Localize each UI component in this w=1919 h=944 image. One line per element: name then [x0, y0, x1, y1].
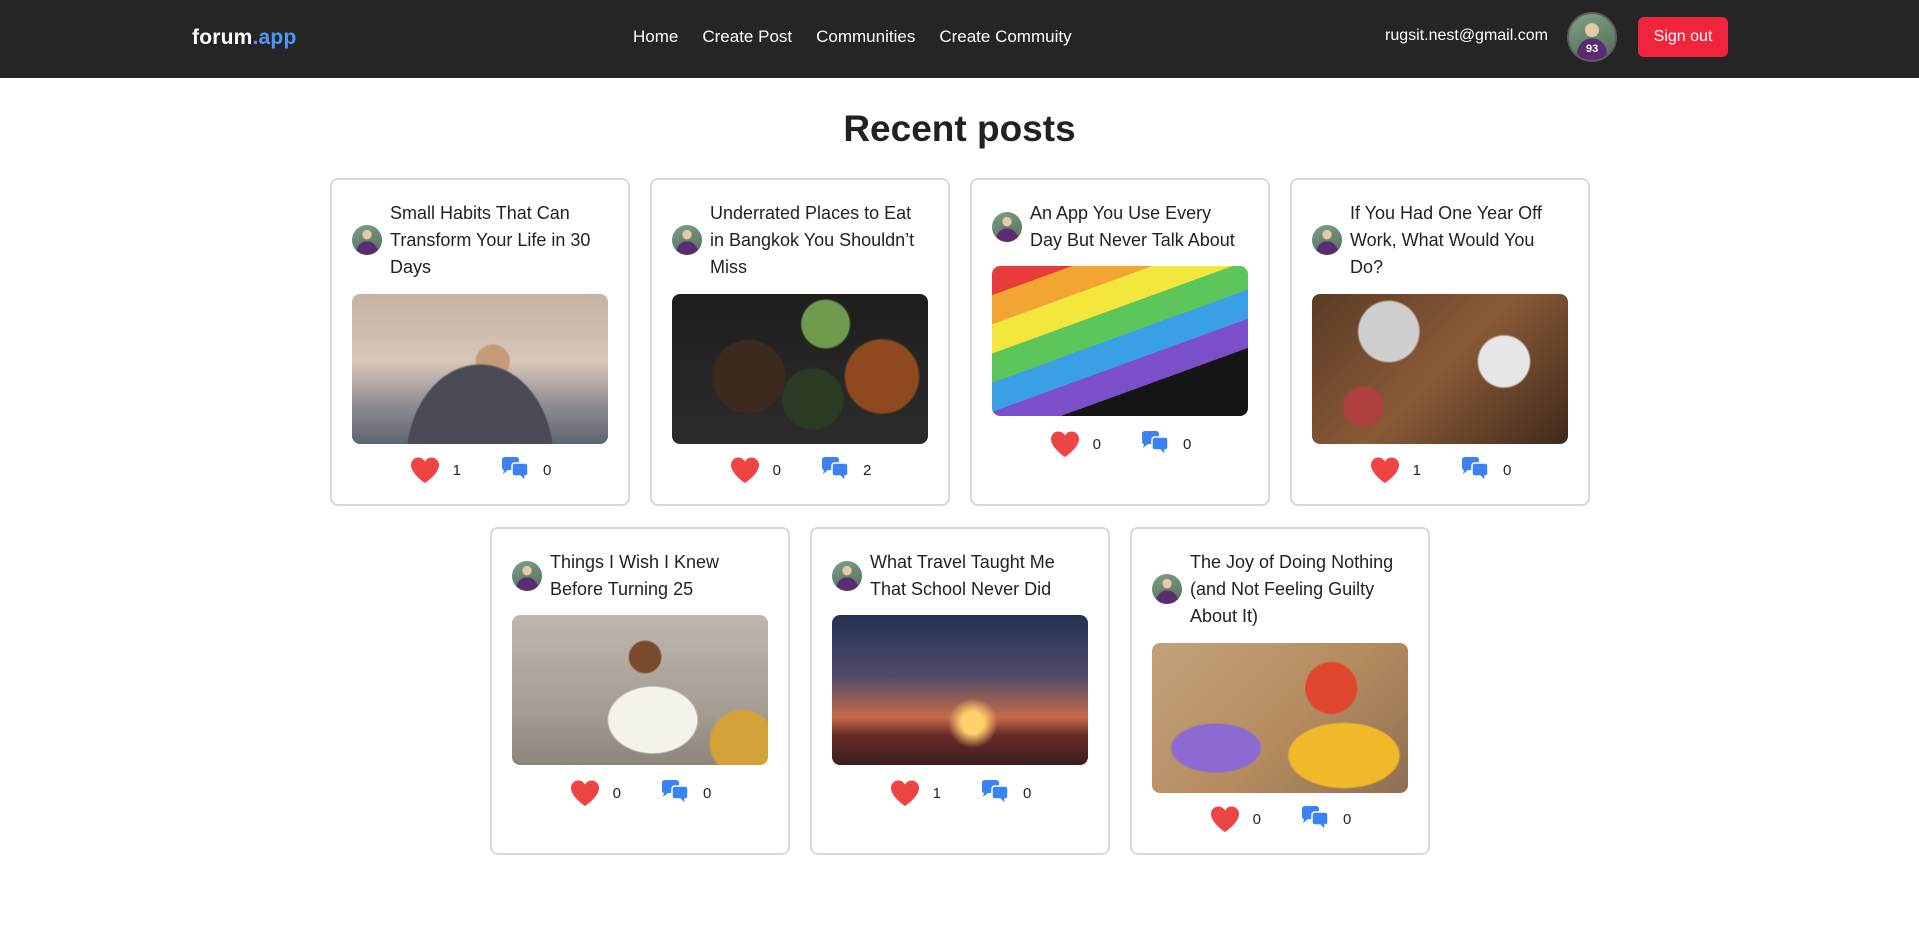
comment-count: 0	[1503, 461, 1512, 479]
comment-stat[interactable]: 0	[1299, 805, 1351, 833]
post-title[interactable]: Underrated Places to Eat in Bangkok You …	[710, 200, 928, 281]
post-header: The Joy of Doing Nothing (and Not Feelin…	[1152, 549, 1408, 629]
comment-stat[interactable]: 0	[979, 779, 1031, 807]
comment-bubbles-icon	[979, 779, 1011, 807]
post-card[interactable]: Underrated Places to Eat in Bangkok You …	[650, 178, 950, 506]
post-header: If You Had One Year Off Work, What Would…	[1312, 200, 1568, 280]
like-stat[interactable]: 0	[1209, 805, 1261, 833]
like-count: 0	[1252, 810, 1261, 828]
post-card[interactable]: Small Habits That Can Transform Your Lif…	[330, 178, 630, 506]
post-title[interactable]: The Joy of Doing Nothing (and Not Feelin…	[1190, 549, 1408, 630]
comment-bubbles-icon	[819, 456, 851, 484]
comment-stat[interactable]: 0	[659, 779, 711, 807]
post-card[interactable]: Things I Wish I Knew Before Turning 25 0…	[490, 527, 790, 855]
comment-count: 0	[1023, 784, 1032, 802]
comment-stat[interactable]: 0	[1139, 430, 1191, 458]
sign-out-button[interactable]: Sign out	[1638, 17, 1728, 57]
post-image[interactable]	[832, 615, 1088, 765]
nav-link-home[interactable]: Home	[633, 27, 678, 47]
like-count: 1	[452, 461, 461, 479]
comment-stat[interactable]: 0	[1459, 456, 1511, 484]
like-stat[interactable]: 1	[889, 779, 941, 807]
post-image[interactable]	[1312, 294, 1568, 444]
post-title[interactable]: An App You Use Every Day But Never Talk …	[1030, 200, 1248, 254]
user-email: rugsit.nest@gmail.com	[1385, 27, 1548, 44]
user-avatar[interactable]: 93	[1567, 12, 1617, 62]
post-card[interactable]: The Joy of Doing Nothing (and Not Feelin…	[1130, 527, 1430, 855]
like-stat[interactable]: 1	[409, 456, 461, 484]
heart-icon	[1209, 805, 1241, 833]
brand-logo[interactable]: forum.app	[192, 26, 296, 50]
author-avatar	[512, 561, 542, 591]
author-avatar	[672, 225, 702, 255]
comment-count: 0	[703, 784, 712, 802]
author-avatar	[992, 212, 1022, 242]
comment-bubbles-icon	[499, 456, 531, 484]
heart-icon	[569, 779, 601, 807]
post-stats: 1 0	[812, 779, 1108, 807]
like-stat[interactable]: 0	[569, 779, 621, 807]
heart-icon	[729, 456, 761, 484]
comment-count: 0	[1343, 810, 1352, 828]
avatar-jersey-number: 93	[1586, 43, 1599, 55]
author-avatar	[1152, 574, 1182, 604]
post-header: Underrated Places to Eat in Bangkok You …	[672, 200, 928, 280]
author-avatar	[352, 225, 382, 255]
comment-stat[interactable]: 0	[499, 456, 551, 484]
post-image[interactable]	[512, 615, 768, 765]
comment-count: 0	[1183, 435, 1192, 453]
navbar: forum.app Home Create Post Communities C…	[0, 0, 1919, 78]
like-stat[interactable]: 0	[729, 456, 781, 484]
post-stats: 1 0	[1292, 456, 1588, 484]
brand-text-app: .app	[252, 26, 297, 49]
heart-icon	[1049, 430, 1081, 458]
like-count: 1	[1412, 461, 1421, 479]
like-count: 0	[612, 784, 621, 802]
page-title: Recent posts	[843, 108, 1076, 149]
heart-icon	[1369, 456, 1401, 484]
like-count: 1	[932, 784, 941, 802]
post-stats: 0 0	[492, 779, 788, 807]
post-image[interactable]	[1152, 643, 1408, 793]
post-title[interactable]: What Travel Taught Me That School Never …	[870, 549, 1088, 603]
post-header: Things I Wish I Knew Before Turning 25	[512, 549, 768, 603]
comment-stat[interactable]: 2	[819, 456, 871, 484]
author-avatar	[832, 561, 862, 591]
comment-bubbles-icon	[1139, 430, 1171, 458]
post-header: What Travel Taught Me That School Never …	[832, 549, 1088, 603]
post-title[interactable]: Things I Wish I Knew Before Turning 25	[550, 549, 768, 603]
post-stats: 1 0	[332, 456, 628, 484]
like-count: 0	[772, 461, 781, 479]
post-image[interactable]	[672, 294, 928, 444]
brand-text-forum: forum	[192, 26, 253, 49]
like-stat[interactable]: 1	[1369, 456, 1421, 484]
post-card[interactable]: If You Had One Year Off Work, What Would…	[1290, 178, 1590, 506]
heart-icon	[889, 779, 921, 807]
heart-icon	[409, 456, 441, 484]
post-title[interactable]: Small Habits That Can Transform Your Lif…	[390, 200, 608, 281]
author-avatar	[1312, 225, 1342, 255]
post-card[interactable]: An App You Use Every Day But Never Talk …	[970, 178, 1270, 506]
comment-count: 2	[863, 461, 872, 479]
comment-bubbles-icon	[1299, 805, 1331, 833]
comment-bubbles-icon	[1459, 456, 1491, 484]
comment-bubbles-icon	[659, 779, 691, 807]
like-stat[interactable]: 0	[1049, 430, 1101, 458]
post-stats: 0 0	[1132, 805, 1428, 833]
post-header: Small Habits That Can Transform Your Lif…	[352, 200, 608, 280]
post-card[interactable]: What Travel Taught Me That School Never …	[810, 527, 1110, 855]
post-stats: 0 2	[652, 456, 948, 484]
like-count: 0	[1092, 435, 1101, 453]
comment-count: 0	[543, 461, 552, 479]
nav-link-communities[interactable]: Communities	[816, 27, 915, 47]
nav-link-create-post[interactable]: Create Post	[702, 27, 792, 47]
main-nav: Home Create Post Communities Create Comm…	[633, 27, 1072, 47]
post-title[interactable]: If You Had One Year Off Work, What Would…	[1350, 200, 1568, 281]
nav-link-create-community[interactable]: Create Commuity	[939, 27, 1071, 47]
post-image[interactable]	[992, 266, 1248, 416]
post-stats: 0 0	[972, 430, 1268, 458]
post-image[interactable]	[352, 294, 608, 444]
post-header: An App You Use Every Day But Never Talk …	[992, 200, 1248, 254]
